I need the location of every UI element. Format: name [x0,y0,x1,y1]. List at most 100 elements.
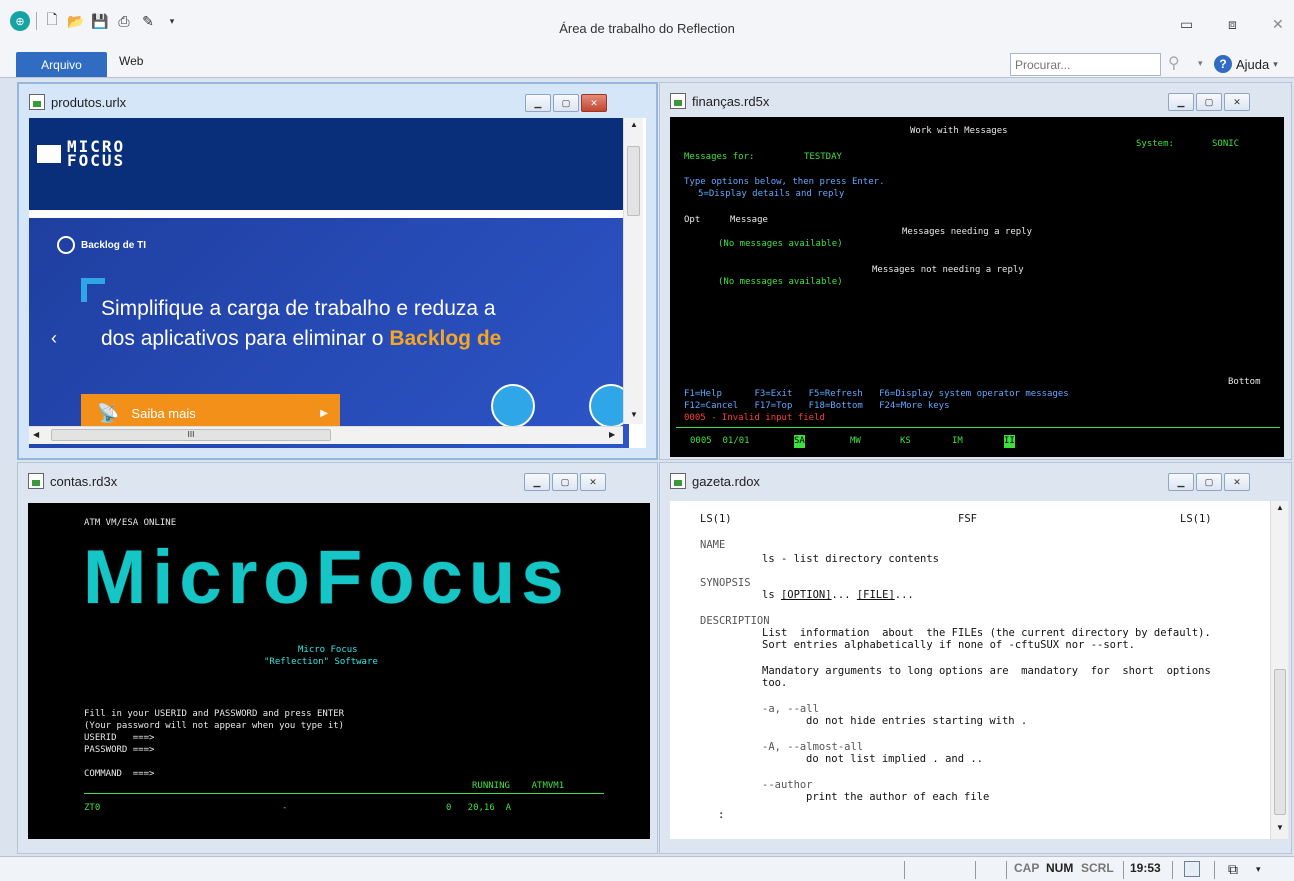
minimize-button[interactable]: ▁ [1168,473,1194,491]
status-mid: - [282,803,288,813]
maximize-button[interactable]: ▢ [553,94,579,112]
not-needing-reply-heading: Messages not needing a reply [872,265,1024,275]
tab-arquivo[interactable]: Arquivo [16,52,107,77]
window-controls: ▁ ▢ ✕ [1168,93,1250,111]
chevron-down-icon[interactable]: ▾ [1198,58,1203,69]
command-field[interactable]: COMMAND ===> [84,768,154,781]
status-separator [1123,861,1124,879]
close-button[interactable]: ✕ [1224,473,1250,491]
running-status: RUNNING ATMVM1 [472,781,565,791]
window-controls: ▁ ▢ ✕ [524,473,606,491]
restore-icon[interactable]: ⧈ [1228,16,1237,33]
maximize-button[interactable]: ▢ [552,473,578,491]
logo-mark-icon [37,145,61,163]
minimize-button[interactable]: ▁ [525,94,551,112]
chevron-down-icon[interactable]: ▾ [1256,864,1261,875]
chevron-down-icon: ▾ [1273,58,1278,69]
scroll-lock-indicator: SCRL [1081,861,1114,875]
description-line-1: List information about the FILEs (the cu… [762,627,1211,639]
scrollbar-thumb[interactable] [1274,669,1286,815]
status-separator [1214,861,1215,879]
scroll-right-icon[interactable]: ▶ [609,430,615,439]
reflection-app: ⊕ 🗋 📂 💾 ⎙ ✎ ▾ Área de trabalho do Reflec… [0,0,1294,881]
window-title-text: gazeta.rdox [692,473,760,489]
terminal-screen[interactable]: Work with Messages System: SONIC Message… [670,117,1284,457]
vertical-scrollbar[interactable]: ▲ ▼ [1270,501,1288,839]
man-header-mid: FSF [958,513,977,525]
window-title-bar: produtos.urlx [29,94,126,110]
man-header-left: LS(1) [700,513,732,525]
minimize-button[interactable]: ▁ [1168,93,1194,111]
micro-focus-logo[interactable]: MICRO FOCUS [37,139,125,169]
terminal-screen[interactable]: ATM VM/ESA ONLINE MicroFocus Micro Focus… [28,503,650,839]
window-title-bar: gazeta.rdox [670,473,760,489]
instruction-line-2: 5=Display details and reply [698,189,845,199]
window-produtos[interactable]: produtos.urlx ▁ ▢ ✕ MICRO FOCUS Backlog d… [17,82,658,460]
option-almost-all-desc: do not list implied . and .. [806,753,984,765]
close-icon[interactable]: ✕ [1272,16,1284,33]
function-keys-1: F1=Help F3=Exit F5=Refresh F6=Display sy… [684,389,1069,399]
num-lock-indicator: NUM [1046,861,1074,875]
maximize-button[interactable]: ▢ [1196,93,1222,111]
needing-reply-heading: Messages needing a reply [902,227,1033,237]
scrollbar-grip: III [187,430,195,439]
no-messages-1: (No messages available) [718,239,843,249]
minimize-icon[interactable]: ▭ [1180,16,1193,33]
scroll-left-icon[interactable]: ◀ [33,430,39,439]
system-label: System: [1136,139,1174,149]
bottom-indicator: Bottom [1228,377,1261,387]
minimize-button[interactable]: ▁ [524,473,550,491]
messages-for-value: TESTDAY [804,152,842,162]
banner-label: Backlog de TI [57,236,146,254]
document-icon [28,473,44,489]
window-title-bar: contas.rd3x [28,473,117,489]
carousel-prev-icon[interactable]: ‹ [51,328,57,349]
vertical-scrollbar[interactable]: ▲ ▼ [623,118,643,424]
option-almost-all: -A, --almost-all [762,741,864,753]
window-financas[interactable]: finanças.rd5x ▁ ▢ ✕ Work with Messages S… [659,82,1292,460]
tile-windows-icon[interactable]: ⧉ [1228,861,1238,878]
window-contas[interactable]: contas.rd3x ▁ ▢ ✕ ATM VM/ESA ONLINE Micr… [17,462,658,854]
userid-field[interactable]: USERID ===> [84,732,154,745]
search-icon[interactable]: ⚲ [1168,53,1190,75]
window-title-text: finanças.rd5x [692,93,770,109]
description-line-3: Mandatory arguments to long options are … [762,665,1211,677]
instruction-line-1: Type options below, then press Enter. [684,177,885,187]
broadcast-icon: 📡 [97,402,120,423]
scroll-down-icon[interactable]: ▼ [1276,823,1284,832]
help-button[interactable]: ? Ajuda ▾ [1214,55,1278,73]
pager-prompt[interactable]: : [718,809,724,821]
man-header-right: LS(1) [1180,513,1212,525]
help-icon: ? [1214,55,1232,73]
status-separator [1006,861,1007,879]
status-divider [84,793,604,794]
scroll-up-icon[interactable]: ▲ [1276,503,1284,512]
scrollbar-thumb[interactable] [627,146,640,216]
saiba-mais-label: Saiba mais [131,405,196,421]
caps-lock-indicator: CAP [1014,861,1040,875]
close-button[interactable]: ✕ [580,473,606,491]
search-input[interactable] [1010,53,1161,76]
option-author: --author [762,779,813,791]
banner-label-text: Backlog de TI [81,239,147,251]
maximize-button[interactable]: ▢ [1196,473,1222,491]
clock: 19:53 [1130,861,1161,875]
close-button[interactable]: ✕ [581,94,607,112]
status-right: 0 20,16 A [446,803,512,813]
option-all: -a, --all [762,703,819,715]
knowledge-icon[interactable] [491,384,535,428]
manpage-screen[interactable]: LS(1) FSF LS(1) NAME ls - list directory… [670,501,1270,839]
status-sa: SA [794,435,805,448]
window-gazeta[interactable]: gazeta.rdox ▁ ▢ ✕ LS(1) FSF LS(1) NAME l… [659,462,1292,854]
scroll-up-icon[interactable]: ▲ [630,120,638,129]
horizontal-scrollbar[interactable]: ◀ III ▶ [29,426,623,444]
login-prompt-1: Fill in your USERID and PASSWORD and pre… [84,709,345,719]
section-description: DESCRIPTION [700,615,770,627]
scrollbar-thumb[interactable]: III [51,429,331,441]
workspace-area: produtos.urlx ▁ ▢ ✕ MICRO FOCUS Backlog d… [12,80,1294,856]
close-button[interactable]: ✕ [1224,93,1250,111]
scroll-down-icon[interactable]: ▼ [630,410,638,419]
tab-web[interactable]: Web [119,54,143,68]
layout-icon[interactable] [1184,861,1200,877]
password-field[interactable]: PASSWORD ===> [84,744,154,757]
